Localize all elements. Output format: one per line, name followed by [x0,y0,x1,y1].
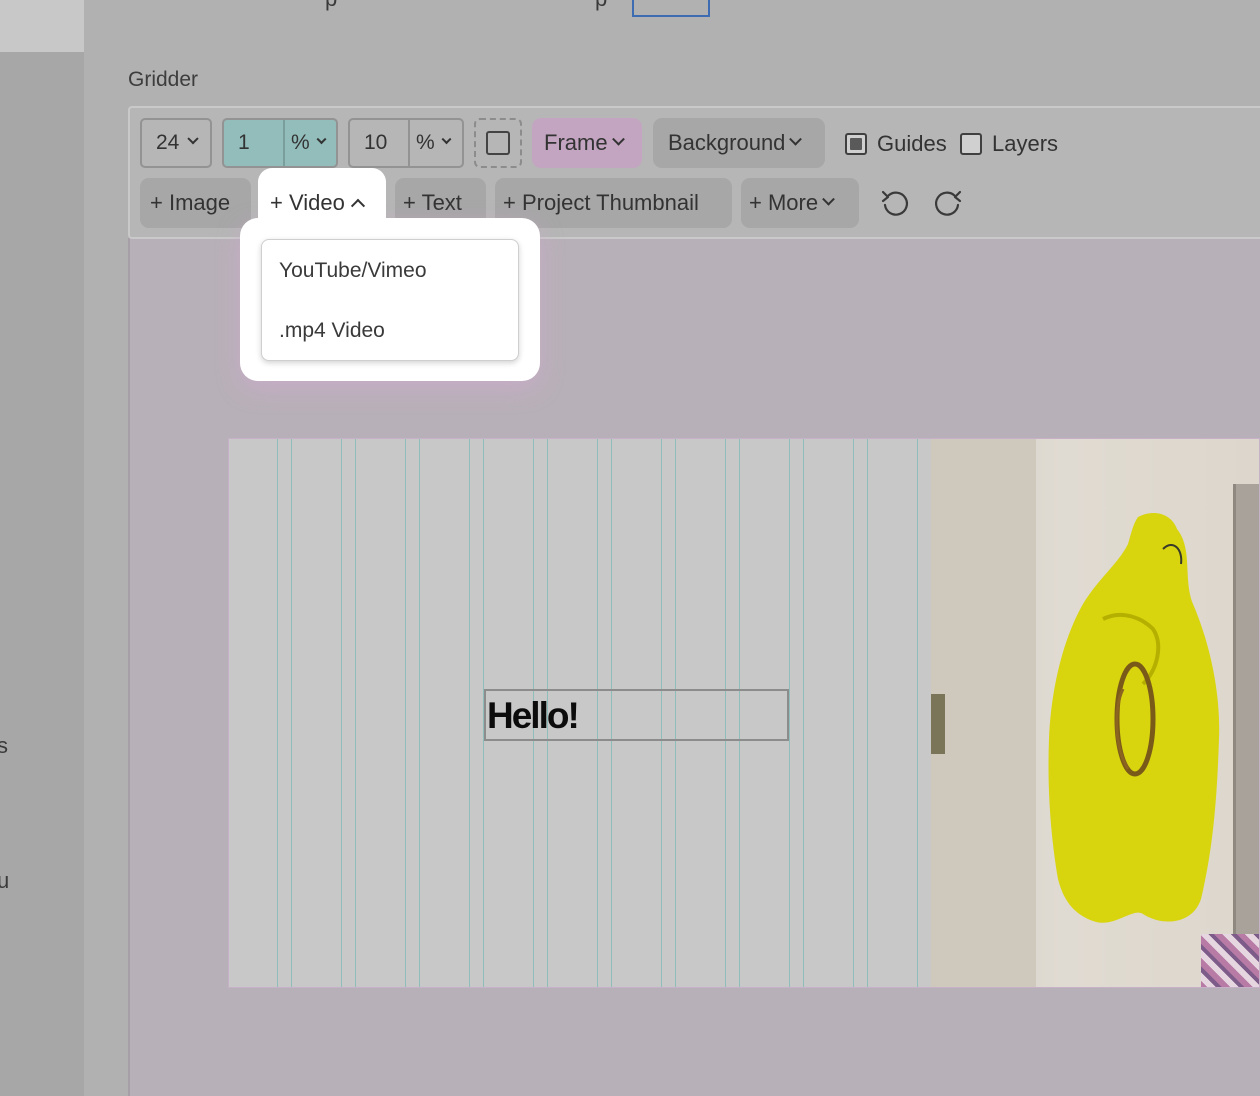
gutter-unit-value: % [291,131,310,154]
columns-select[interactable]: 24 [140,118,212,168]
sidebar-text-fragment: u [0,868,10,893]
guide-line [867,439,868,987]
layers-toggle[interactable]: Layers [960,131,1058,157]
photo-detail [931,694,945,754]
guide-line [419,439,420,987]
photo-wall [931,439,1036,987]
menu-item-youtube-vimeo[interactable]: YouTube/Vimeo [279,259,427,283]
add-more-label: + More [749,190,819,215]
undo-icon[interactable] [879,187,911,219]
layers-checkbox[interactable] [960,133,982,155]
image-block[interactable] [931,439,1259,987]
chevron-up-icon [350,198,365,213]
chevron-down-icon [187,133,200,145]
gutter-unit-select[interactable]: % [285,120,336,166]
guide-line [341,439,342,987]
guide-line [853,439,854,987]
add-image-label: + Image [150,190,231,215]
guide-line [917,439,918,987]
yellow-bag-image [1048,513,1220,923]
photo-colorful-object [1201,934,1259,987]
padding-value: 10 [364,131,388,154]
add-more-dropdown[interactable]: + More [741,178,859,228]
gridder-title: Gridder [128,68,199,91]
guide-line [277,439,278,987]
background-dropdown[interactable]: Background [653,118,825,168]
text-block[interactable]: Hello! [484,689,789,741]
add-row-button[interactable] [474,118,522,168]
gutter-value: 1 [238,131,250,154]
columns-value: 24 [156,131,180,154]
chevron-down-icon [441,133,452,144]
top-text-fragment: p [595,0,607,12]
video-dropdown-menu: YouTube/Vimeo .mp4 Video [261,239,519,361]
chevron-down-icon [789,132,803,146]
square-icon [486,131,510,155]
guide-line [291,439,292,987]
add-text-label: + Text [403,190,462,215]
text-block-content: Hello! [487,695,580,736]
add-video-button[interactable]: + Video [262,178,384,228]
background-label: Background [668,130,786,155]
guide-line [469,439,470,987]
guides-checkbox[interactable] [845,133,867,155]
guide-line [355,439,356,987]
top-text-fragment: p [325,0,337,12]
chevron-down-icon [316,133,327,144]
left-sidebar: s u [0,0,84,1096]
guide-line [803,439,804,987]
chevron-down-icon [611,132,625,146]
guide-line [405,439,406,987]
photo-door [1233,484,1259,984]
frame-dropdown[interactable]: Frame [532,118,642,168]
add-image-button[interactable]: + Image [140,178,251,228]
sidebar-text-fragment: s [0,733,8,758]
chevron-down-icon [822,192,835,206]
guides-toggle[interactable]: Guides [845,131,947,157]
redo-icon[interactable] [932,187,964,219]
frame-label: Frame [544,130,608,155]
layers-label: Layers [992,131,1059,156]
padding-unit-value: % [416,131,435,154]
add-video-label: + Video [270,190,345,215]
add-thumbnail-label: + Project Thumbnail [503,190,699,215]
padding-unit-select[interactable]: % [410,120,462,166]
grid-canvas[interactable]: Hello! [228,438,1260,988]
guide-line [789,439,790,987]
menu-item-mp4-video[interactable]: .mp4 Video [279,319,385,343]
top-input-field[interactable] [632,0,710,17]
sidebar-top-panel [0,0,84,52]
guides-label: Guides [877,131,947,156]
